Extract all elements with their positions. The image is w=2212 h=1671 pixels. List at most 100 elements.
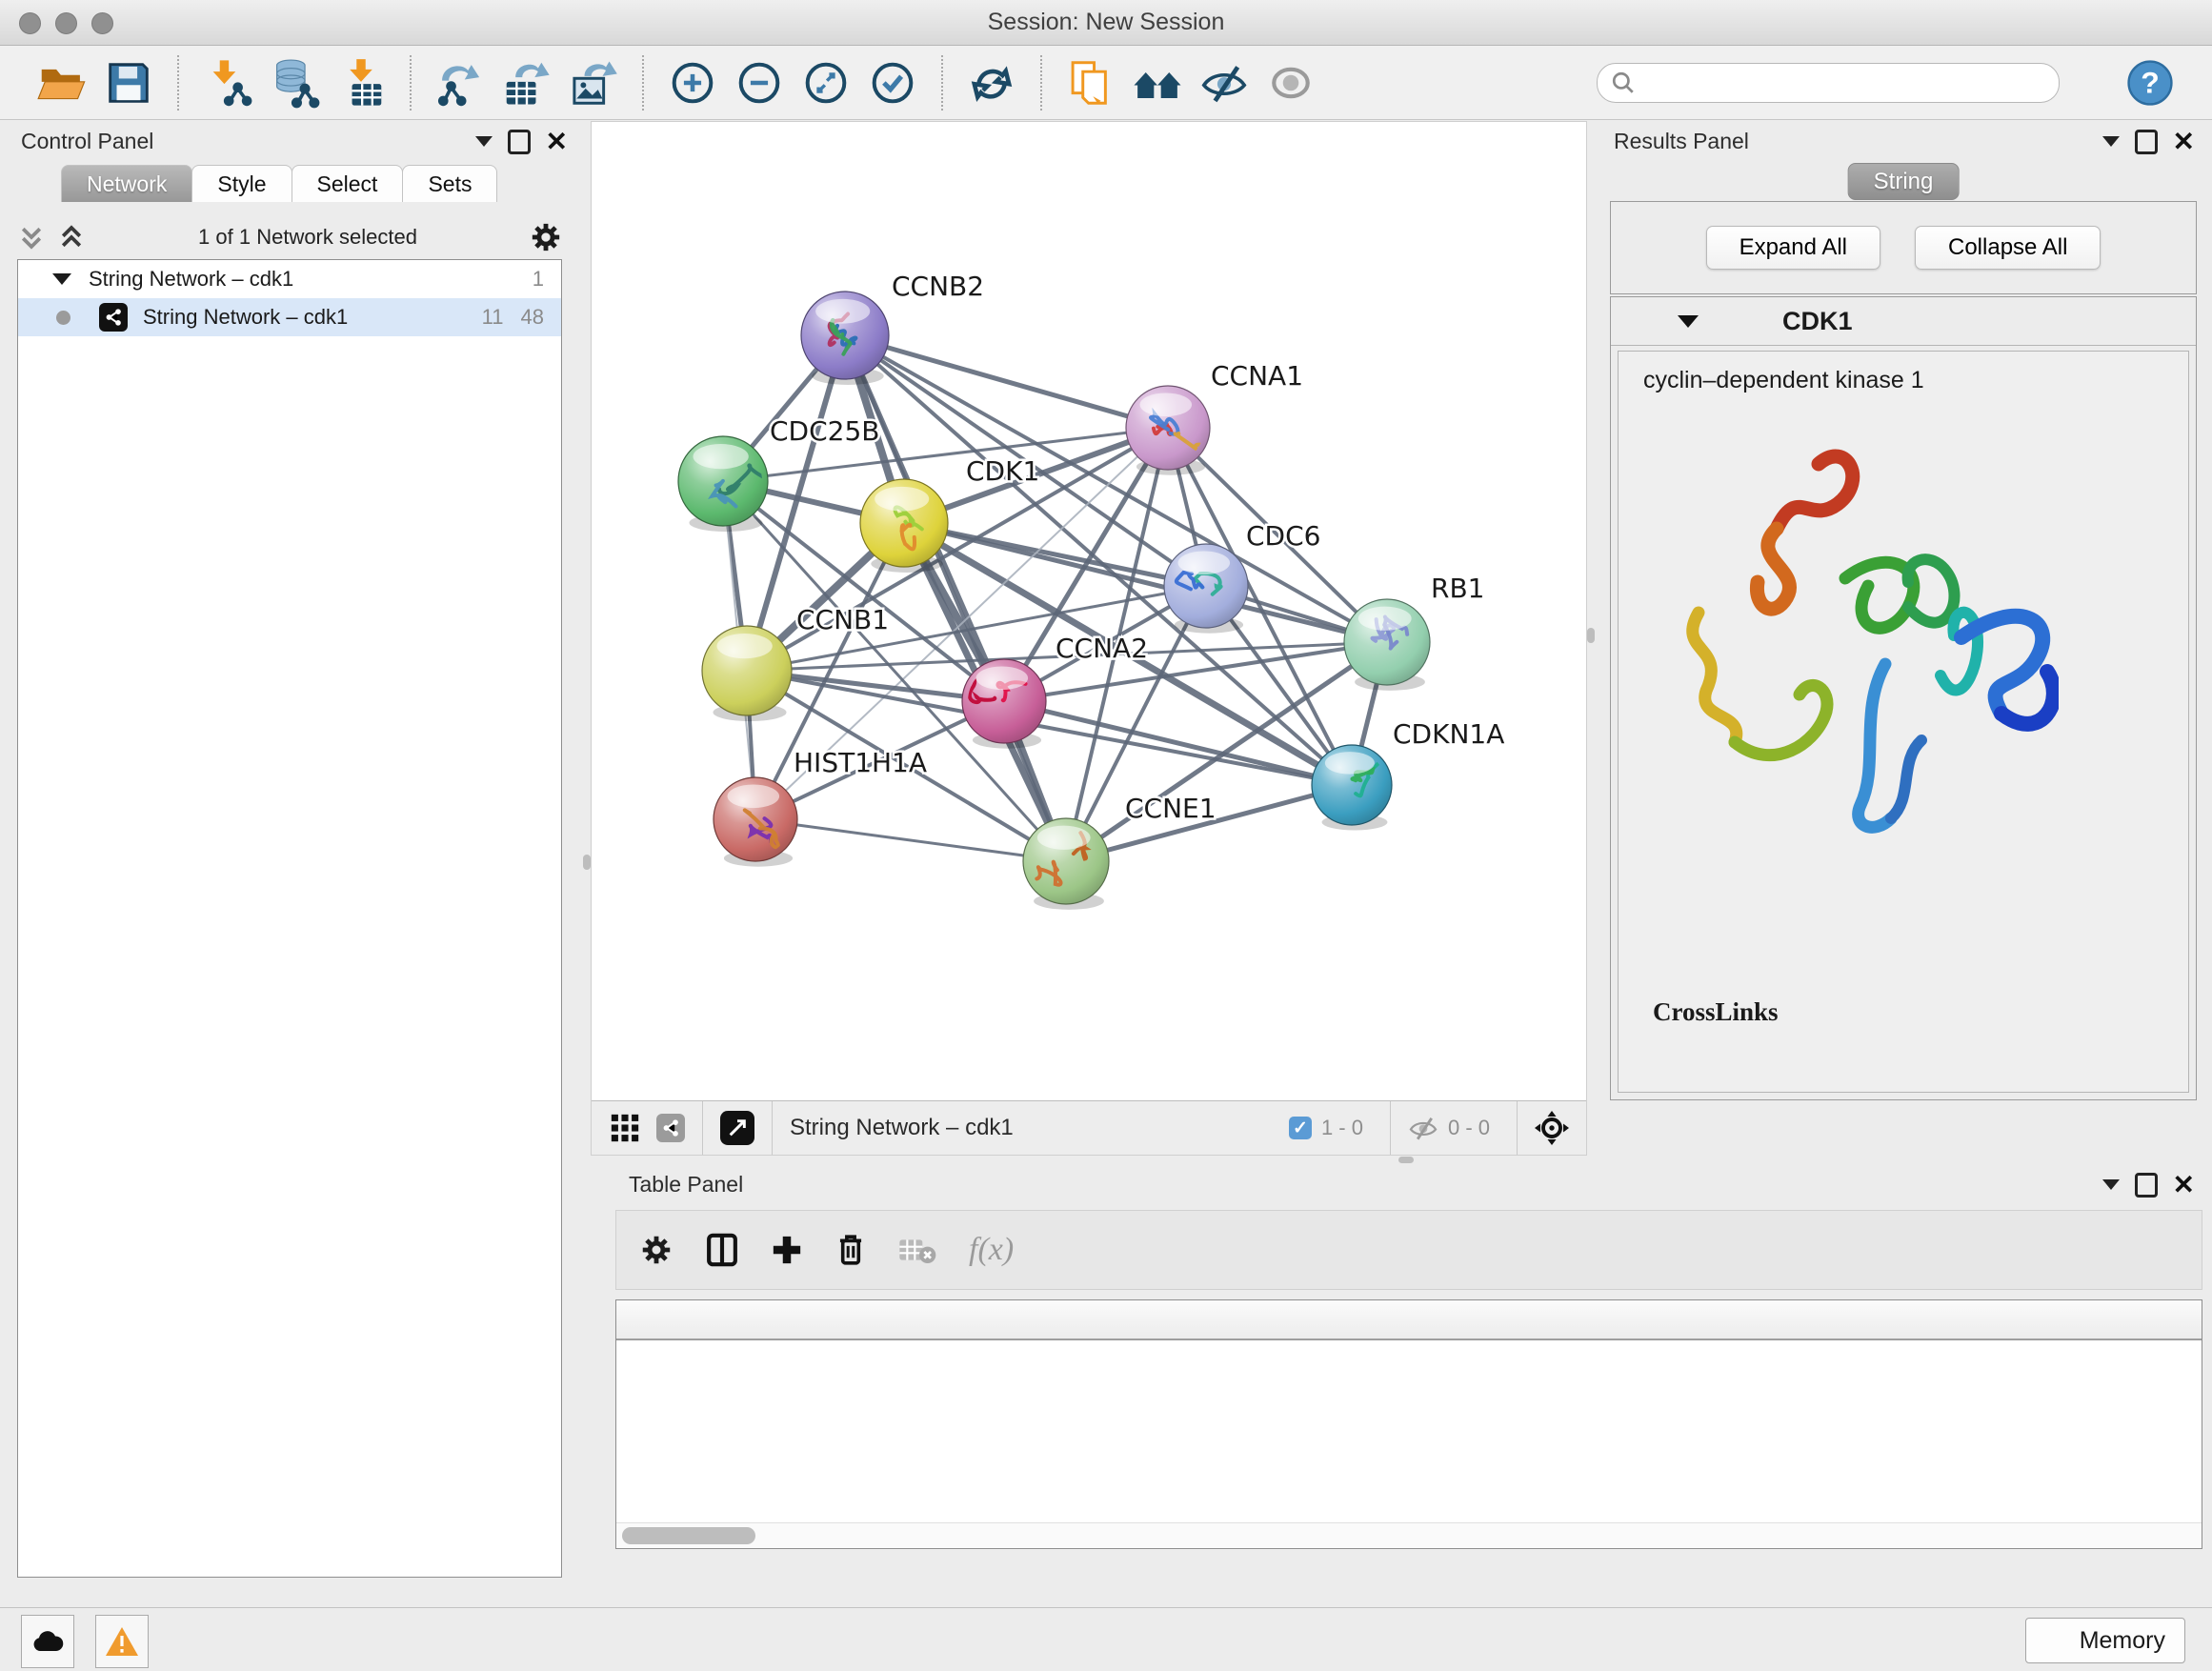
- node-CDC6[interactable]: [1164, 544, 1248, 634]
- node-CDC25B[interactable]: [678, 436, 768, 532]
- tab-string[interactable]: String: [1848, 163, 1960, 200]
- panel-float-icon[interactable]: [2135, 1173, 2158, 1198]
- cytoscape-window: Session: New Session: [0, 0, 2212, 1671]
- node-CCNE1[interactable]: [1023, 818, 1109, 910]
- detach-view-icon[interactable]: [720, 1111, 754, 1145]
- cloud-status-button[interactable]: [21, 1615, 74, 1668]
- tab-sets[interactable]: Sets: [402, 165, 497, 202]
- node-CCNA1[interactable]: [1126, 386, 1223, 475]
- splitter-handle[interactable]: [1587, 628, 1595, 643]
- collapse-all-icon[interactable]: [17, 223, 46, 252]
- export-image-button[interactable]: [567, 56, 620, 110]
- table-panel: Table Panel ✕: [591, 1164, 2212, 1608]
- panel-float-icon[interactable]: [508, 130, 531, 154]
- export-network-button[interactable]: [433, 56, 487, 110]
- panel-close-icon[interactable]: ✕: [546, 132, 568, 151]
- tab-network[interactable]: Network: [61, 165, 192, 202]
- import-network-database-button[interactable]: [268, 56, 321, 110]
- table-options-gear-icon[interactable]: [639, 1233, 674, 1267]
- node-HIST1H1A[interactable]: [714, 777, 797, 867]
- expand-all-icon[interactable]: [57, 223, 86, 252]
- results-panel-title: Results Panel: [1614, 129, 1749, 154]
- scrollbar-thumb[interactable]: [622, 1527, 755, 1544]
- network-view[interactable]: CCNB2CCNA1CDC25BCDK1CDC6RB1CCNB1CCNA2CDK…: [591, 121, 1587, 1156]
- export-network-icon: [435, 58, 485, 108]
- gear-icon[interactable]: [530, 221, 562, 253]
- splitter-handle[interactable]: [1398, 1157, 1414, 1163]
- toolbar-separator: [941, 55, 943, 111]
- panel-close-icon[interactable]: ✕: [2173, 1176, 2195, 1195]
- search-input[interactable]: [1636, 70, 2059, 96]
- add-column-icon[interactable]: [771, 1234, 803, 1266]
- panel-collapse-icon[interactable]: [2102, 1179, 2120, 1190]
- node-CDK1[interactable]: [860, 479, 948, 573]
- tab-style[interactable]: Style: [191, 165, 292, 202]
- import-network-file-button[interactable]: [201, 56, 254, 110]
- node-CCNB1[interactable]: [702, 626, 792, 721]
- memory-button[interactable]: Memory: [2025, 1618, 2185, 1663]
- network-view-title: String Network – cdk1: [790, 1115, 1289, 1141]
- network-row[interactable]: String Network – cdk1 11 48: [18, 298, 561, 336]
- open-session-button[interactable]: [35, 56, 89, 110]
- show-columns-icon[interactable]: [706, 1233, 738, 1267]
- import-database-icon: [269, 57, 320, 109]
- node-CDKN1A[interactable]: [1312, 745, 1392, 830]
- cloud-icon: [30, 1628, 65, 1655]
- crosslinks-section: CrossLinks: [1653, 997, 1779, 1040]
- panel-close-icon[interactable]: ✕: [2173, 132, 2195, 151]
- export-table-button[interactable]: [500, 56, 553, 110]
- delete-column-icon[interactable]: [835, 1233, 866, 1267]
- gene-header[interactable]: CDK1: [1611, 297, 2196, 346]
- expand-triangle-icon[interactable]: [52, 273, 71, 285]
- toolbar-separator: [1040, 55, 1042, 111]
- edge-CCNB2-CCNA1[interactable]: [845, 335, 1168, 428]
- network-view-toolbar: String Network – cdk1 ✓ 1 - 0 0 - 0: [592, 1100, 1586, 1155]
- zoom-out-button[interactable]: [733, 56, 786, 110]
- copy-style-button[interactable]: [1064, 56, 1117, 110]
- tab-select[interactable]: Select: [292, 165, 404, 202]
- left-splitter[interactable]: [583, 121, 591, 1156]
- network-collection-row[interactable]: String Network – cdk1 1: [18, 260, 561, 298]
- splitter-handle[interactable]: [583, 855, 591, 870]
- node-RB1[interactable]: [1344, 599, 1430, 691]
- show-panel-button[interactable]: [1264, 56, 1317, 110]
- title-bar: Session: New Session: [0, 0, 2212, 46]
- zoom-selected-button[interactable]: [866, 56, 919, 110]
- toolbar-separator: [177, 55, 179, 111]
- edge-HIST1H1A-CCNE1[interactable]: [755, 819, 1066, 861]
- collapse-triangle-icon[interactable]: [1678, 315, 1699, 328]
- crosslinks-title: CrossLinks: [1653, 997, 1779, 1027]
- hide-panel-button[interactable]: [1197, 56, 1251, 110]
- right-splitter[interactable]: [1587, 121, 1595, 1156]
- panel-float-icon[interactable]: [2135, 130, 2158, 154]
- function-builder-icon: f(x): [969, 1232, 1014, 1268]
- help-button[interactable]: ?: [2123, 56, 2177, 110]
- node-label-HIST1H1A: HIST1H1A: [794, 747, 927, 778]
- zoom-in-button[interactable]: [666, 56, 719, 110]
- memory-status-dot: [2045, 1629, 2068, 1652]
- node-label-CCNE1: CCNE1: [1125, 793, 1217, 824]
- birdseye-toggle-icon[interactable]: [1535, 1111, 1569, 1145]
- network-canvas[interactable]: CCNB2CCNA1CDC25BCDK1CDC6RB1CCNB1CCNA2CDK…: [592, 122, 1586, 1100]
- table-horizontal-scrollbar[interactable]: [616, 1522, 2202, 1548]
- network-overview-button[interactable]: [1131, 56, 1184, 110]
- birdseye-grid-icon[interactable]: [609, 1112, 641, 1144]
- zoom-fit-button[interactable]: [799, 56, 853, 110]
- search-box[interactable]: [1597, 63, 2060, 103]
- node-label-CCNB2: CCNB2: [892, 271, 984, 302]
- horizontal-splitter[interactable]: [591, 1156, 2212, 1164]
- node-CCNA2[interactable]: [962, 659, 1046, 749]
- node-label-CDKN1A: CDKN1A: [1393, 718, 1504, 750]
- panel-collapse-icon[interactable]: [475, 136, 493, 147]
- collapse-all-button[interactable]: Collapse All: [1915, 226, 2101, 270]
- node-label-CCNB1: CCNB1: [796, 604, 889, 635]
- save-session-button[interactable]: [102, 56, 155, 110]
- warning-status-button[interactable]: [95, 1615, 149, 1668]
- expand-all-button[interactable]: Expand All: [1706, 226, 1880, 270]
- table-header-row: [616, 1300, 2202, 1340]
- node-table[interactable]: [615, 1299, 2202, 1549]
- import-table-button[interactable]: [334, 56, 388, 110]
- apply-layout-button[interactable]: [965, 56, 1018, 110]
- selected-checkbox-icon[interactable]: ✓: [1289, 1117, 1312, 1139]
- panel-collapse-icon[interactable]: [2102, 136, 2120, 147]
